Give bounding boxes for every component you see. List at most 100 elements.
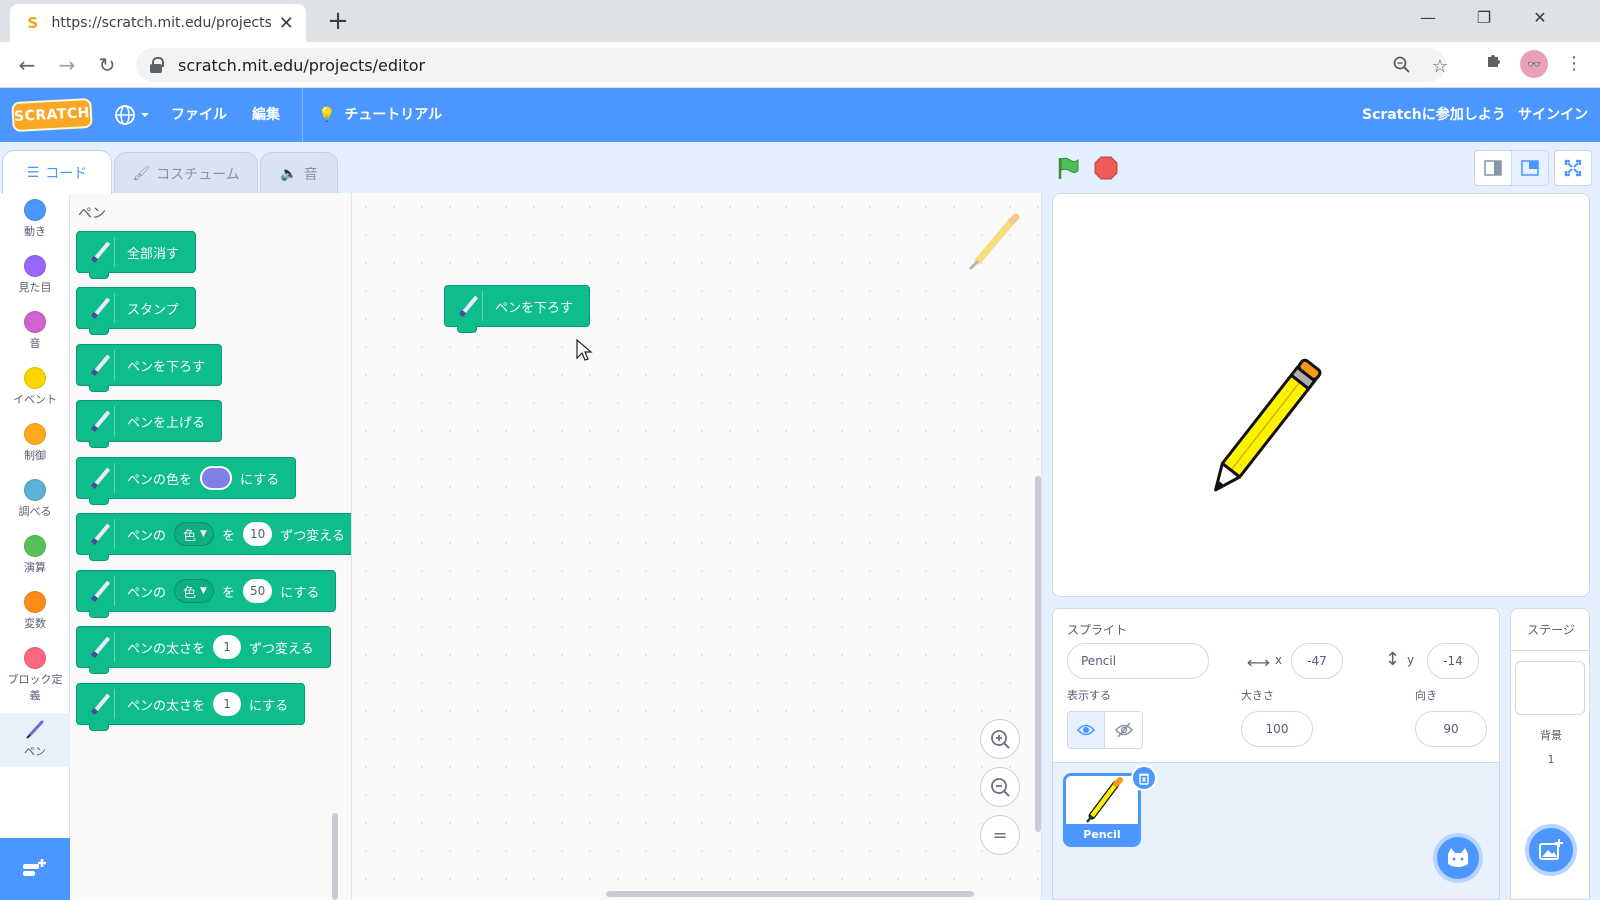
script-block-pen-down[interactable]: ペンを下ろす [444,285,591,333]
join-scratch-link[interactable]: Scratchに参加しよう [1362,104,1506,126]
category-looks-dot [24,255,46,277]
block-set-pen-size[interactable]: ペンの太さを 1 にする [76,683,306,731]
scratch-favicon-icon: S [27,14,39,32]
pen-param-dropdown[interactable]: 色 ▼ [174,522,214,546]
zoom-reset-button[interactable]: = [980,815,1020,855]
block-pen-up[interactable]: ペンを上げる [76,400,223,448]
category-operators[interactable]: 演算 [0,535,70,575]
reload-icon[interactable]: ↻ [92,50,122,80]
sprite-pencil-watermark-icon [968,213,1020,271]
category-my-blocks[interactable]: ブロック定義 [0,647,70,703]
category-control[interactable]: 制御 [0,423,70,463]
scratch-logo[interactable]: SCRATCH [11,97,93,133]
tab-title: https://scratch.mit.edu/projects/e [51,15,271,31]
back-arrow-icon[interactable]: ← [12,50,42,80]
fullscreen-button[interactable] [1554,150,1592,186]
forward-arrow-icon[interactable]: → [52,50,82,80]
mouse-cursor-icon [576,339,593,361]
category-control-dot [24,423,46,445]
block-change-pen-size[interactable]: ペンの太さを 1 ずつ変える [76,626,331,674]
new-tab-button[interactable]: + [324,8,352,34]
category-sensing[interactable]: 調べる [0,479,70,519]
size-input[interactable]: 100 [1241,711,1313,747]
category-menu: 動き 見た目 音 イベント 制御 調べる 演算 変数 ブロック定義 ペン [0,193,70,900]
tab-sounds[interactable]: 🔈 音 [260,152,338,194]
dropdown-value: 色 [183,528,197,544]
extensions-puzzle-icon[interactable] [1480,50,1508,78]
sprite-thumbnail[interactable]: Pencil [1063,773,1141,847]
x-input[interactable]: -47 [1291,643,1343,679]
number-input[interactable]: 1 [213,692,242,716]
small-stage-button[interactable] [1474,150,1512,186]
pen-color-swatch[interactable] [200,466,233,490]
workspace-vertical-scrollbar[interactable] [1035,476,1041,832]
sprite-pencil-thumb-icon [1086,777,1123,823]
y-input[interactable]: -14 [1427,643,1479,679]
number-input[interactable]: 50 [242,579,273,603]
tab-costumes[interactable]: 🖌 コスチューム [114,152,258,194]
category-pen[interactable]: ペン [0,713,70,767]
chrome-menu-icon[interactable]: ⋮ [1560,50,1588,78]
add-extension-button[interactable] [0,838,70,900]
block-text: ペンの [127,528,167,544]
block-set-pen-param[interactable]: ペンの 色 ▼ を 50 にする [76,570,337,618]
code-workspace[interactable]: ペンを下ろす = [352,193,1042,900]
zoom-magnifier-icon[interactable] [1390,56,1414,79]
block-palette: ペン 全部消す スタンプ ペンを下ろす ペンを上げる ペンの色を にする ペンの… [70,193,352,900]
stage-pane-title: ステージ [1511,609,1589,651]
category-events[interactable]: イベント [0,367,70,407]
category-my-blocks-dot [24,647,46,669]
language-globe-icon[interactable] [114,104,154,133]
edit-menu[interactable]: 編集 [252,104,280,126]
stage-pencil-sprite-icon[interactable] [1201,344,1341,494]
block-clear[interactable]: 全部消す [76,231,197,279]
block-pen-down[interactable]: ペンを下ろす [76,344,223,392]
browser-tab[interactable]: S https://scratch.mit.edu/projects/e ✕ [10,4,306,42]
block-text: ペンを上げる [127,415,206,431]
tab-close-icon[interactable]: ✕ [277,13,296,34]
choose-sprite-button[interactable] [1433,833,1483,883]
palette-scrollbar[interactable] [332,813,338,900]
block-text: ペンの色を [127,472,193,488]
close-window-icon[interactable]: ✕ [1520,6,1560,30]
category-variables[interactable]: 変数 [0,591,70,631]
category-sound[interactable]: 音 [0,311,70,351]
category-motion-dot [24,199,46,221]
block-text: スタンプ [127,302,179,318]
pen-param-dropdown[interactable]: 色 ▼ [174,579,214,603]
stage-canvas[interactable] [1052,193,1590,597]
green-flag-icon[interactable] [1056,156,1080,180]
choose-backdrop-button[interactable] [1525,824,1577,876]
zoom-in-button[interactable] [980,719,1020,759]
file-menu[interactable]: ファイル [171,104,227,126]
workspace-horizontal-scrollbar[interactable] [606,891,974,897]
block-change-pen-param[interactable]: ペンの 色 ▼ を 10 ずつ変える [76,513,351,561]
block-stamp[interactable]: スタンプ [76,287,196,335]
zoom-out-button[interactable] [980,767,1020,807]
stage-thumbnail[interactable] [1515,661,1585,715]
tab-code[interactable]: ☰ コード [2,150,112,194]
sprite-name-input[interactable]: Pencil [1067,643,1209,679]
signin-link[interactable]: サインイン [1518,104,1588,126]
stop-sign-icon[interactable] [1094,156,1118,180]
hide-eye-icon[interactable] [1105,712,1142,748]
show-eye-icon[interactable] [1068,712,1106,748]
category-looks[interactable]: 見た目 [0,255,70,295]
restore-window-icon[interactable]: ❐ [1464,6,1504,30]
minimize-icon[interactable]: — [1408,6,1448,30]
sprite-pane: スプライト Pencil ⟷ x -47 ↕ y -14 表示する 大きさ 10… [1052,608,1500,900]
address-bar[interactable]: scratch.mit.edu/projects/editor ☆ [136,48,1448,82]
profile-avatar[interactable]: 👓 [1520,50,1548,78]
category-motion[interactable]: 動き [0,199,70,239]
tutorials-button[interactable]: 💡 チュートリアル [318,104,442,126]
direction-input[interactable]: 90 [1415,711,1487,747]
block-set-pen-color[interactable]: ペンの色を にする [76,457,297,505]
delete-sprite-trash-icon[interactable] [1131,765,1157,791]
bookmark-star-icon[interactable]: ☆ [1428,56,1452,77]
pen-icon [85,293,115,323]
number-input[interactable]: 1 [213,635,242,659]
url-text: scratch.mit.edu/projects/editor [178,55,426,75]
pen-icon [453,291,483,321]
normal-stage-button[interactable] [1511,150,1549,186]
number-input[interactable]: 10 [242,522,273,546]
